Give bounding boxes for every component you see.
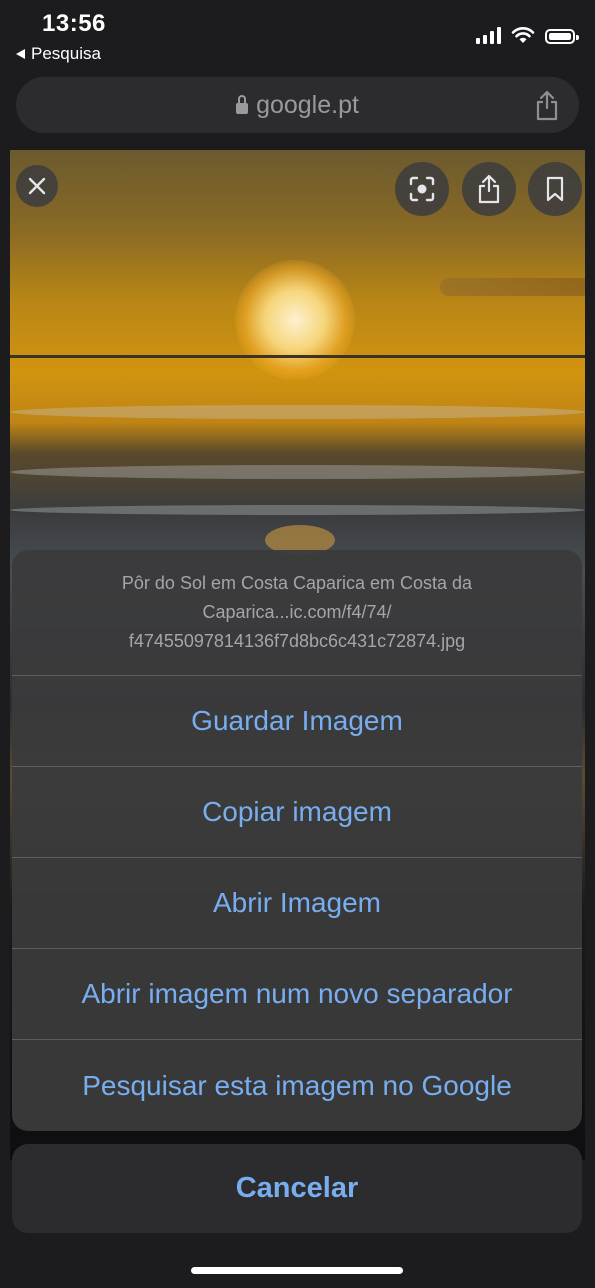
- open-image-new-tab-button[interactable]: Abrir imagem num novo separador: [12, 949, 582, 1040]
- address-url: google.pt: [256, 90, 359, 119]
- close-viewer-button[interactable]: [16, 165, 58, 207]
- bookmark-icon: [546, 176, 564, 202]
- save-image-button[interactable]: Guardar Imagem: [12, 676, 582, 767]
- photo-wave: [10, 405, 585, 419]
- bookmark-button[interactable]: [528, 162, 582, 216]
- battery-icon: [545, 29, 579, 44]
- photo-sun: [235, 260, 355, 380]
- photo-wave: [10, 505, 585, 515]
- image-share-button[interactable]: [462, 162, 516, 216]
- wifi-icon: [511, 27, 535, 43]
- photo-horizon: [10, 355, 585, 358]
- cancel-button[interactable]: Cancelar: [12, 1144, 582, 1233]
- address-bar[interactable]: google.pt: [16, 77, 579, 133]
- status-icons: [476, 26, 579, 44]
- search-image-google-button[interactable]: Pesquisar esta imagem no Google: [12, 1040, 582, 1131]
- share-icon[interactable]: [535, 89, 559, 121]
- open-image-button[interactable]: Abrir Imagem: [12, 858, 582, 949]
- home-indicator[interactable]: [191, 1267, 403, 1274]
- image-action-sheet: Pôr do Sol em Costa Caparica em Costa da…: [12, 550, 582, 1131]
- lens-icon: [409, 176, 435, 202]
- lock-icon: [236, 94, 249, 114]
- action-sheet-title: Pôr do Sol em Costa Caparica em Costa da…: [12, 550, 582, 676]
- status-bar: 13:56 Pesquisa: [0, 0, 595, 70]
- back-arrow-icon: [16, 49, 25, 59]
- close-icon: [28, 177, 46, 195]
- back-to-app-link[interactable]: Pesquisa: [16, 44, 101, 64]
- copy-image-button[interactable]: Copiar imagem: [12, 767, 582, 858]
- back-link-label: Pesquisa: [31, 44, 101, 63]
- photo-cloud: [440, 278, 585, 296]
- cellular-signal-icon: [476, 26, 501, 44]
- photo-wave: [10, 465, 585, 479]
- lens-button[interactable]: [395, 162, 449, 216]
- share-icon: [478, 174, 500, 204]
- status-time: 13:56: [42, 10, 106, 37]
